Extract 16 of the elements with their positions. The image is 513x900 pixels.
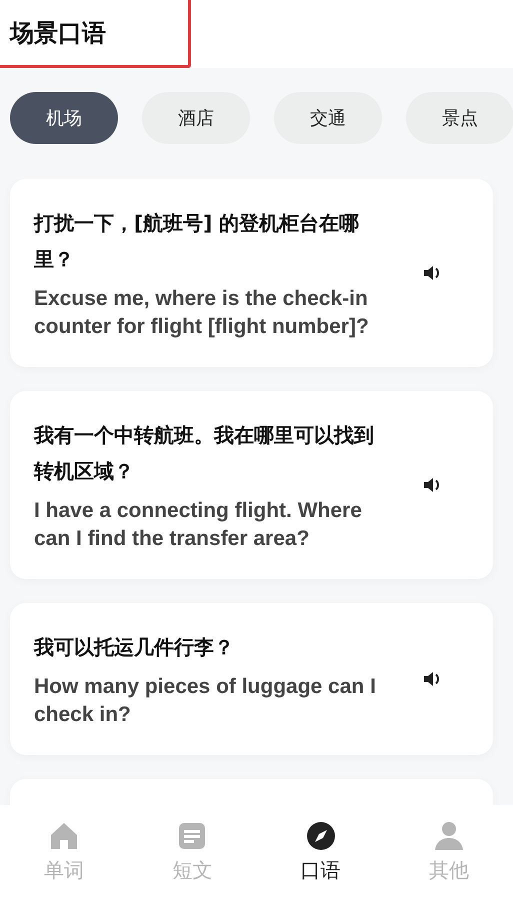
page-title: 场景口语 — [10, 18, 106, 48]
category-tab[interactable]: 景点 — [406, 92, 513, 144]
document-icon — [177, 821, 208, 851]
category-tab[interactable]: 酒店 — [142, 92, 250, 144]
person-icon — [434, 821, 464, 851]
category-tab[interactable]: 交通 — [274, 92, 382, 144]
nav-tab[interactable]: 口语 — [256, 805, 385, 900]
compass-icon — [306, 821, 336, 851]
category-tab[interactable]: 机场 — [10, 92, 118, 144]
chinese-phrase: 打扰一下，[航班号] 的登机柜台在哪里？ — [34, 210, 360, 273]
english-phrase: I have a connecting flight. Where can I find the transfer area? — [34, 498, 363, 552]
chinese-phrase: 我可以托运几件行李？ — [34, 634, 235, 661]
english-phrase: Excuse me, where is the check-in counter for flight [flight number]? — [34, 286, 370, 340]
chinese-phrase: 我有一个中转航班。我在哪里可以找到转机区域？ — [34, 422, 375, 485]
english-phrase: How many pieces of luggage can I check in? — [34, 674, 377, 728]
home-icon — [49, 821, 80, 851]
